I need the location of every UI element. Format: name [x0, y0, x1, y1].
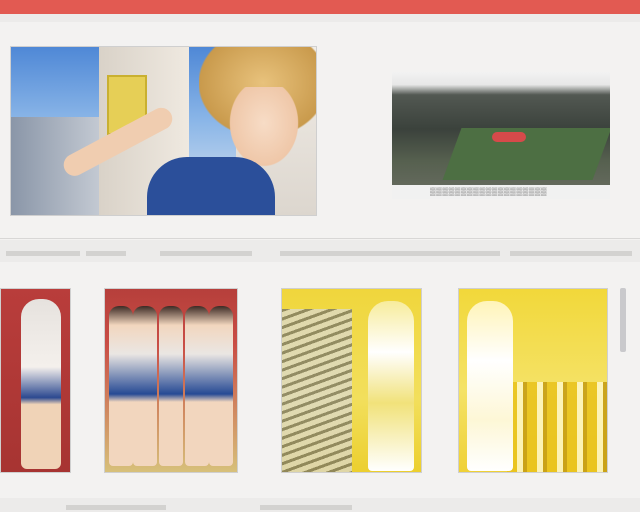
card-crowd [507, 382, 607, 472]
card-figure [209, 306, 233, 466]
stadium-image[interactable]: ▒▒▒▒▒▒▒▒▒▒▒▒▒▒▒▒▒▒▒ [392, 72, 610, 199]
hero-image[interactable] [10, 46, 317, 216]
card-figure [185, 306, 209, 466]
footer-bar [0, 498, 640, 512]
card-figure [21, 299, 61, 469]
stadium-red-marker [492, 132, 526, 142]
top-accent-bar [0, 0, 640, 14]
hero-face [229, 87, 299, 167]
section-divider [0, 238, 640, 239]
stadium-caption: ▒▒▒▒▒▒▒▒▒▒▒▒▒▒▒▒▒▒▒ [430, 187, 548, 196]
breadcrumb-item[interactable] [280, 251, 500, 256]
card-figure [368, 301, 414, 471]
gallery-card[interactable] [0, 288, 71, 473]
card-figure [133, 306, 157, 466]
footer-item[interactable] [260, 505, 352, 510]
gallery-card[interactable] [281, 288, 422, 473]
card-sketch-figures [282, 309, 352, 472]
footer-item[interactable] [66, 505, 166, 510]
breadcrumb-item[interactable] [510, 251, 632, 256]
gallery-card[interactable] [458, 288, 608, 473]
scrollbar[interactable] [620, 288, 626, 352]
card-figure [467, 301, 513, 471]
hero-top [147, 157, 275, 215]
gallery-card[interactable] [104, 288, 238, 473]
gallery-subheading [278, 265, 330, 273]
stadium-field [442, 128, 610, 180]
breadcrumb-item[interactable] [6, 251, 80, 256]
breadcrumb [0, 246, 640, 260]
card-figure [159, 306, 183, 466]
card-figure [109, 306, 133, 466]
breadcrumb-item[interactable] [160, 251, 252, 256]
breadcrumb-item[interactable] [86, 251, 126, 256]
